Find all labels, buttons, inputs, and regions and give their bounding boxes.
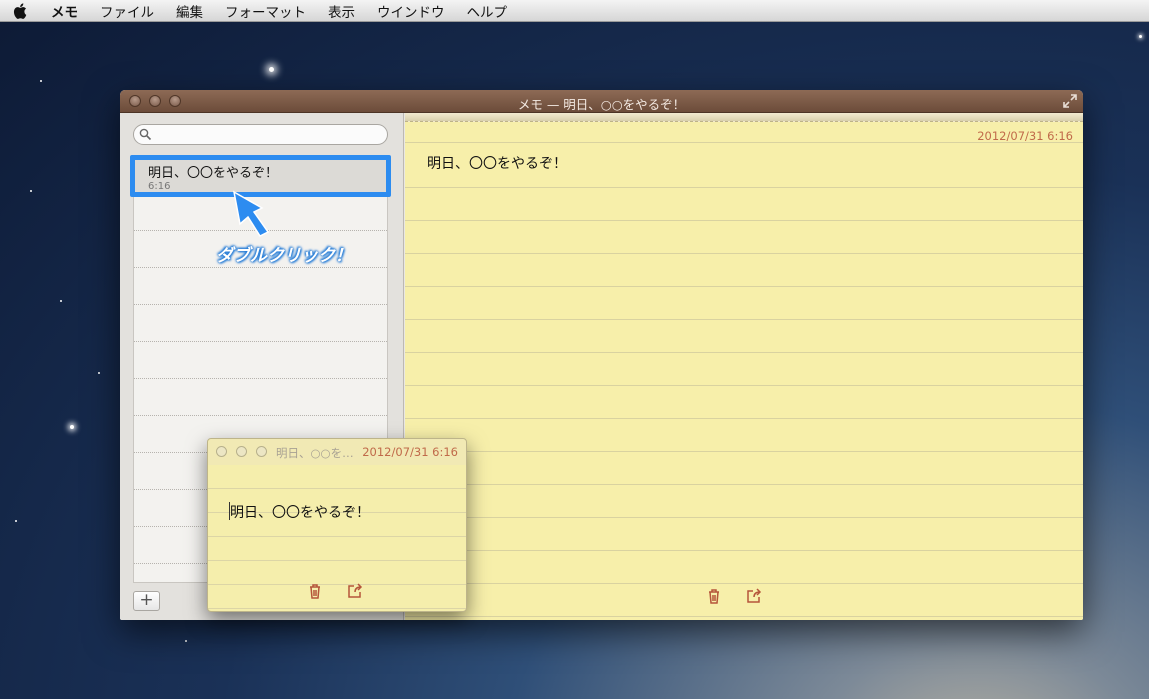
star (40, 80, 42, 82)
floating-note-window[interactable]: 明日、○○を… 2012/07/31 6:16 明日、〇〇をやるぞ！ (207, 438, 467, 612)
floating-note-body[interactable]: 明日、〇〇をやるぞ！ (230, 502, 370, 522)
callout-label: ダブルクリック！ (216, 246, 352, 266)
menu-format[interactable]: フォーマット (214, 1, 317, 21)
note-item-title: 明日、〇〇をやるぞ！ (148, 166, 279, 181)
menu-view[interactable]: 表示 (317, 1, 366, 21)
floating-date: 2012/07/31 6:16 (362, 445, 458, 459)
search-field[interactable] (133, 124, 388, 145)
fullscreen-icon[interactable] (1063, 94, 1077, 108)
list-row-empty (134, 305, 387, 342)
floating-close-button[interactable] (216, 446, 227, 457)
list-row-empty (134, 379, 387, 416)
list-row-empty (134, 342, 387, 379)
note-toolbar (705, 587, 763, 605)
star (98, 372, 100, 374)
list-row-empty (134, 268, 387, 305)
star (30, 190, 32, 192)
menu-help[interactable]: ヘルプ (456, 1, 519, 21)
floating-title: 明日、○○を… (276, 446, 354, 460)
floating-toolbar (306, 582, 364, 600)
window-title: メモ — 明日、○○をやるぞ！ (517, 97, 686, 112)
floating-minimize-button[interactable] (236, 446, 247, 457)
floating-title-bar[interactable]: 明日、○○を… 2012/07/31 6:16 (208, 439, 466, 465)
star (185, 640, 187, 642)
floating-zoom-button[interactable] (256, 446, 267, 457)
star (60, 300, 62, 302)
menu-app[interactable]: メモ (40, 1, 89, 21)
share-icon[interactable] (745, 587, 763, 605)
menu-edit[interactable]: 編集 (165, 1, 214, 21)
apple-menu[interactable] (0, 2, 40, 19)
add-note-button[interactable]: + (133, 591, 160, 611)
star (269, 67, 274, 72)
note-date: 2012/07/31 6:16 (977, 129, 1073, 143)
trash-icon[interactable] (306, 582, 324, 600)
menu-window[interactable]: ウインドウ (366, 1, 456, 21)
list-item[interactable]: 明日、〇〇をやるぞ！ 6:16 (130, 155, 391, 197)
torn-paper-edge (405, 113, 1083, 122)
share-icon[interactable] (346, 582, 364, 600)
note-item-time: 6:16 (148, 181, 171, 192)
trash-icon[interactable] (705, 587, 723, 605)
menu-file[interactable]: ファイル (89, 1, 165, 21)
search-icon (139, 128, 152, 141)
star (70, 425, 74, 429)
menu-bar: メモ ファイル 編集 フォーマット 表示 ウインドウ ヘルプ (0, 0, 1149, 22)
star (1139, 35, 1142, 38)
note-body[interactable]: 明日、〇〇をやるぞ！ (427, 153, 567, 173)
star (15, 520, 17, 522)
title-bar[interactable]: メモ — 明日、○○をやるぞ！ (120, 90, 1083, 113)
callout-arrow-icon (232, 190, 270, 237)
note-editor[interactable]: 2012/07/31 6:16 明日、〇〇をやるぞ！ (405, 113, 1083, 620)
apple-icon (13, 2, 27, 19)
